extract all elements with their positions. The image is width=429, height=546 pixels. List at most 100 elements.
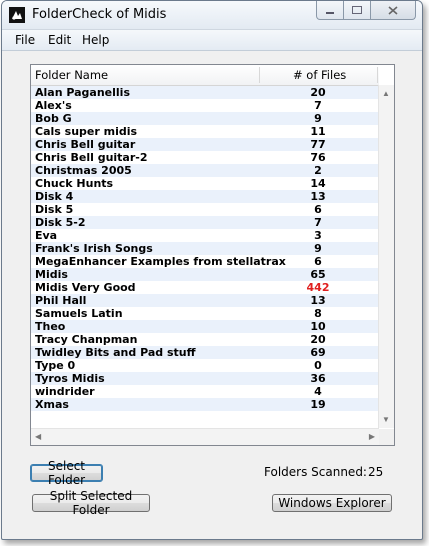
list-item[interactable]: Tyros Midis 36 [31,372,379,385]
split-selected-folder-button[interactable]: Split Selected Folder [32,489,150,517]
folder-name: MegaEnhancer Examples from stellatrax [35,255,286,268]
close-icon [388,5,398,15]
file-count: 6 [314,255,322,268]
menu-file[interactable]: File [15,33,35,47]
file-count: 3 [314,229,322,242]
folder-name: Midis Very Good [35,281,136,294]
list-item[interactable]: Twidley Bits and Pad stuff 69 [31,346,379,359]
scroll-down-icon[interactable]: ▼ [382,415,390,424]
file-count: 9 [314,112,322,125]
file-count: 9 [314,242,322,255]
list-item[interactable]: Samuels Latin 8 [31,307,379,320]
folder-name: Disk 5-2 [35,216,86,229]
close-button[interactable] [371,1,416,20]
folder-name: Samuels Latin [35,307,123,320]
folder-name: Christmas 2005 [35,164,132,177]
menu-edit[interactable]: Edit [48,33,71,47]
file-count: 2 [314,164,322,177]
folder-name: Midis [35,268,68,281]
caption-buttons [316,1,416,20]
file-count: 6 [314,203,322,216]
list-item[interactable]: Tracy Chanpman 20 [31,333,379,346]
file-count: 76 [310,151,326,164]
list-item[interactable]: Bob G 9 [31,112,379,125]
list-item[interactable]: Frank's Irish Songs 9 [31,242,379,255]
folder-name: Theo [35,320,66,333]
folder-name: Phil Hall [35,294,87,307]
folder-name: Alan Paganellis [35,86,131,99]
list-item[interactable]: Midis Very Good 442 [31,281,379,294]
list-item[interactable]: Chris Bell guitar 77 [31,138,379,151]
minimize-icon [326,12,334,14]
minimize-button[interactable] [316,1,344,20]
list-item[interactable]: Midis 65 [31,268,379,281]
window-title: FolderCheck of Midis [32,7,167,22]
horizontal-scrollbar[interactable]: ◀ ▶ [31,428,379,445]
maximize-button[interactable] [344,1,371,20]
scroll-right-icon[interactable]: ▶ [369,432,375,441]
file-count: 10 [310,320,326,333]
list-item[interactable]: Chuck Hunts 14 [31,177,379,190]
list-item[interactable]: Alan Paganellis 20 [31,86,379,99]
list-item[interactable]: windrider 4 [31,385,379,398]
list-item[interactable]: Eva 3 [31,229,379,242]
folders-scanned-value: 25 [368,465,384,479]
folder-name: Cals super midis [35,125,138,138]
file-count: 65 [310,268,326,281]
file-count: 4 [314,385,322,398]
list-item[interactable]: Disk 5-2 7 [31,216,379,229]
list-item[interactable]: Theo 10 [31,320,379,333]
folder-name: Frank's Irish Songs [35,242,153,255]
list-item[interactable]: Chris Bell guitar-2 76 [31,151,379,164]
folder-name: Chris Bell guitar-2 [35,151,148,164]
list-item[interactable]: MegaEnhancer Examples from stellatrax 6 [31,255,379,268]
list-item[interactable]: Alex's 7 [31,99,379,112]
folder-name: Disk 4 [35,190,74,203]
column-header-folder-name[interactable]: Folder Name [35,68,108,82]
folder-name: Tracy Chanpman [35,333,138,346]
app-icon [9,7,25,23]
file-count: 14 [310,177,326,190]
list-item[interactable]: Type 0 0 [31,359,379,372]
folder-name: Tyros Midis [35,372,105,385]
file-count: 7 [314,216,322,229]
folders-scanned-label: Folders Scanned: [264,465,367,479]
vertical-scrollbar[interactable]: ▲ ▼ [378,85,394,428]
windows-explorer-button[interactable]: Windows Explorer [272,494,392,512]
list-item[interactable]: Xmas 19 [31,398,379,411]
list-item[interactable]: Disk 5 6 [31,203,379,216]
select-folder-button[interactable]: Select Folder [30,459,103,487]
list-item[interactable]: Disk 4 13 [31,190,379,203]
folder-name: Bob G [35,112,72,125]
list-rows: Alan Paganellis 20 Alex's 7 Bob G 9 Cals super… [31,86,379,411]
scroll-left-icon[interactable]: ◀ [35,432,41,441]
file-count: 20 [310,333,326,346]
list-item[interactable]: Christmas 2005 2 [31,164,379,177]
maximize-icon [352,6,362,14]
file-count: 11 [310,125,326,138]
file-count: 69 [310,346,326,359]
folder-name: Twidley Bits and Pad stuff [35,346,196,359]
file-count: 19 [310,398,326,411]
list-item[interactable]: Phil Hall 13 [31,294,379,307]
menu-help[interactable]: Help [82,33,109,47]
folder-name: Eva [35,229,58,242]
column-divider[interactable] [377,67,378,83]
file-count: 36 [310,372,326,385]
file-count: 8 [314,307,322,320]
file-count: 13 [310,294,326,307]
folder-name: Xmas [35,398,69,411]
folder-name: Disk 5 [35,203,74,216]
app-window: FolderCheck of Midis File Edit Help Fold… [1,0,423,540]
list-item[interactable]: Cals super midis 11 [31,125,379,138]
column-header-file-count[interactable]: # of Files [293,68,346,82]
column-divider[interactable] [259,67,260,83]
file-count: 0 [314,359,322,372]
menu-bar: File Edit Help [2,30,422,51]
file-count: 7 [314,99,322,112]
folder-list[interactable]: Folder Name # of Files Alan Paganellis 20… [30,64,395,446]
scroll-up-icon[interactable]: ▲ [382,89,390,98]
title-bar[interactable]: FolderCheck of Midis [2,1,422,30]
folder-name: Chuck Hunts [35,177,114,190]
scrollbar-corner [379,429,394,445]
